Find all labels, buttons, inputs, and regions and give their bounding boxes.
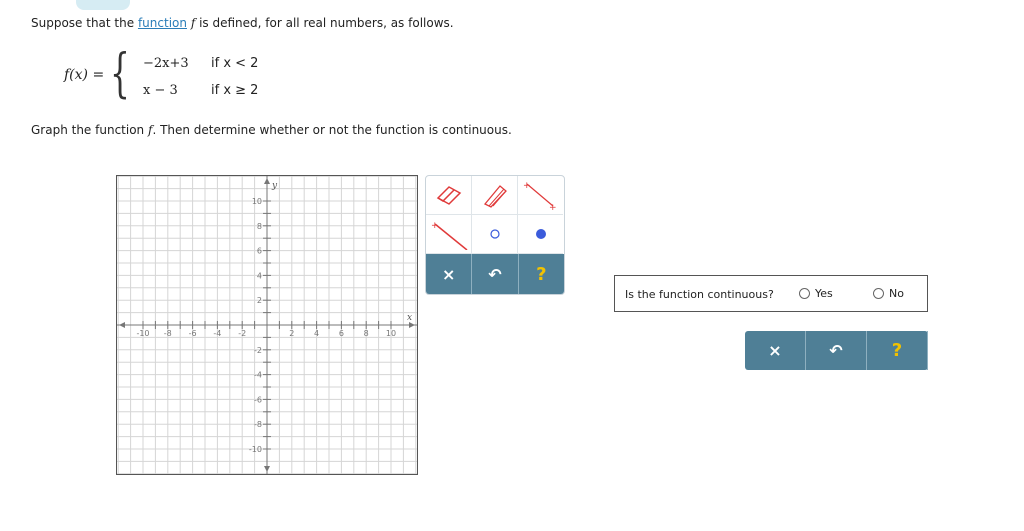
y-tick-label: 10 [252, 197, 262, 206]
x-tick-label: -6 [189, 329, 197, 338]
x-tick-label: -8 [164, 329, 172, 338]
svg-text:+: + [523, 181, 531, 191]
svg-text:+: + [549, 203, 557, 210]
help-icon: ? [891, 340, 903, 361]
svg-text:+: + [431, 221, 439, 231]
segment-icon: + + [523, 181, 557, 210]
x-tick-label: 10 [386, 329, 396, 338]
yes-option[interactable]: Yes [799, 287, 833, 300]
x-axis-arrow-left [119, 322, 125, 328]
yes-label: Yes [815, 287, 833, 300]
case-2-expr: x − 3 [143, 83, 178, 98]
closed-point-tool[interactable] [518, 215, 563, 254]
function-link[interactable]: function [138, 16, 187, 30]
eraser-icon [436, 186, 461, 205]
segment-tool[interactable]: + + [518, 176, 563, 215]
y-tick-label: 4 [257, 271, 262, 280]
y-tick-label: -6 [254, 395, 262, 404]
case-2: x − 3 if x ≥ 2 [143, 83, 258, 98]
answer-action-bar: × ↶ ? [745, 331, 928, 370]
case-1-cond: if x < 2 [211, 56, 259, 71]
pencil-tool[interactable] [472, 176, 518, 215]
answer-undo-button[interactable]: ↶ [806, 331, 867, 370]
answer-clear-button[interactable]: × [745, 331, 806, 370]
help-icon: ? [536, 263, 547, 285]
no-radio[interactable] [873, 288, 884, 299]
piecewise-brace: { [110, 44, 130, 104]
top-tab [76, 0, 130, 10]
case-1: −2x+3 if x < 2 [143, 56, 258, 71]
answer-help-button[interactable]: ? [867, 331, 928, 370]
x-tick-label: 2 [289, 329, 294, 338]
x-tick-label: 8 [364, 329, 369, 338]
open-point-icon [489, 229, 500, 239]
y-axis-label: y [271, 181, 278, 191]
yes-radio[interactable] [799, 288, 810, 299]
y-axis-arrow-up [264, 178, 270, 184]
undo-icon: ↶ [829, 341, 843, 360]
graph-toolbox: + + + × ↶ ? [425, 175, 565, 295]
eraser-tool[interactable] [426, 176, 472, 215]
instruction-text: Graph the function f. Then determine whe… [31, 123, 512, 137]
no-option[interactable]: No [873, 287, 904, 300]
x-axis-label: x [407, 313, 412, 323]
x-tick-label: -10 [136, 329, 149, 338]
question-text: Suppose that the function f is defined, … [31, 16, 454, 30]
graph-action-bar: × ↶ ? [426, 254, 564, 294]
function-lhs: f(x) = [64, 67, 105, 83]
graph-undo-button[interactable]: ↶ [472, 254, 519, 294]
close-icon: × [441, 264, 456, 284]
case-2-cond: if x ≥ 2 [211, 83, 259, 98]
x-tick-label: -4 [213, 329, 221, 338]
graph-canvas[interactable]: -10 -8 -6 -4 -2 2 4 6 8 10 10 8 6 4 2 -2 -4 -6 -8 -10 x y [116, 175, 418, 475]
y-tick-label: -4 [254, 371, 262, 380]
graph-clear-button[interactable]: × [426, 254, 473, 294]
close-icon: × [768, 341, 782, 360]
pencil-icon [483, 185, 507, 208]
undo-icon: ↶ [488, 264, 502, 284]
ray-icon: + [431, 221, 467, 250]
y-axis-arrow-down [264, 466, 270, 472]
y-tick-label: 8 [257, 222, 262, 231]
ray-tool[interactable]: + [426, 215, 472, 254]
closed-point-icon [535, 229, 546, 239]
graph-help-button[interactable]: ? [519, 254, 564, 294]
y-tick-label: 2 [257, 296, 262, 305]
x-tick-label: 4 [314, 329, 319, 338]
y-tick-label: -2 [254, 346, 262, 355]
continuity-question-label: Is the function continuous? [625, 288, 774, 301]
y-tick-label: 6 [257, 247, 262, 256]
open-point-tool[interactable] [472, 215, 518, 254]
no-label: No [889, 287, 904, 300]
coordinate-grid[interactable]: -10 -8 -6 -4 -2 2 4 6 8 10 10 8 6 4 2 -2 -4 -6 -8 -10 x y [117, 176, 417, 474]
y-tick-label: -10 [249, 445, 262, 454]
x-tick-label: -2 [238, 329, 246, 338]
y-tick-label: -8 [254, 420, 262, 429]
x-tick-label: 6 [339, 329, 344, 338]
continuity-question-box: Is the function continuous? Yes No [614, 275, 928, 312]
case-1-expr: −2x+3 [143, 56, 189, 71]
